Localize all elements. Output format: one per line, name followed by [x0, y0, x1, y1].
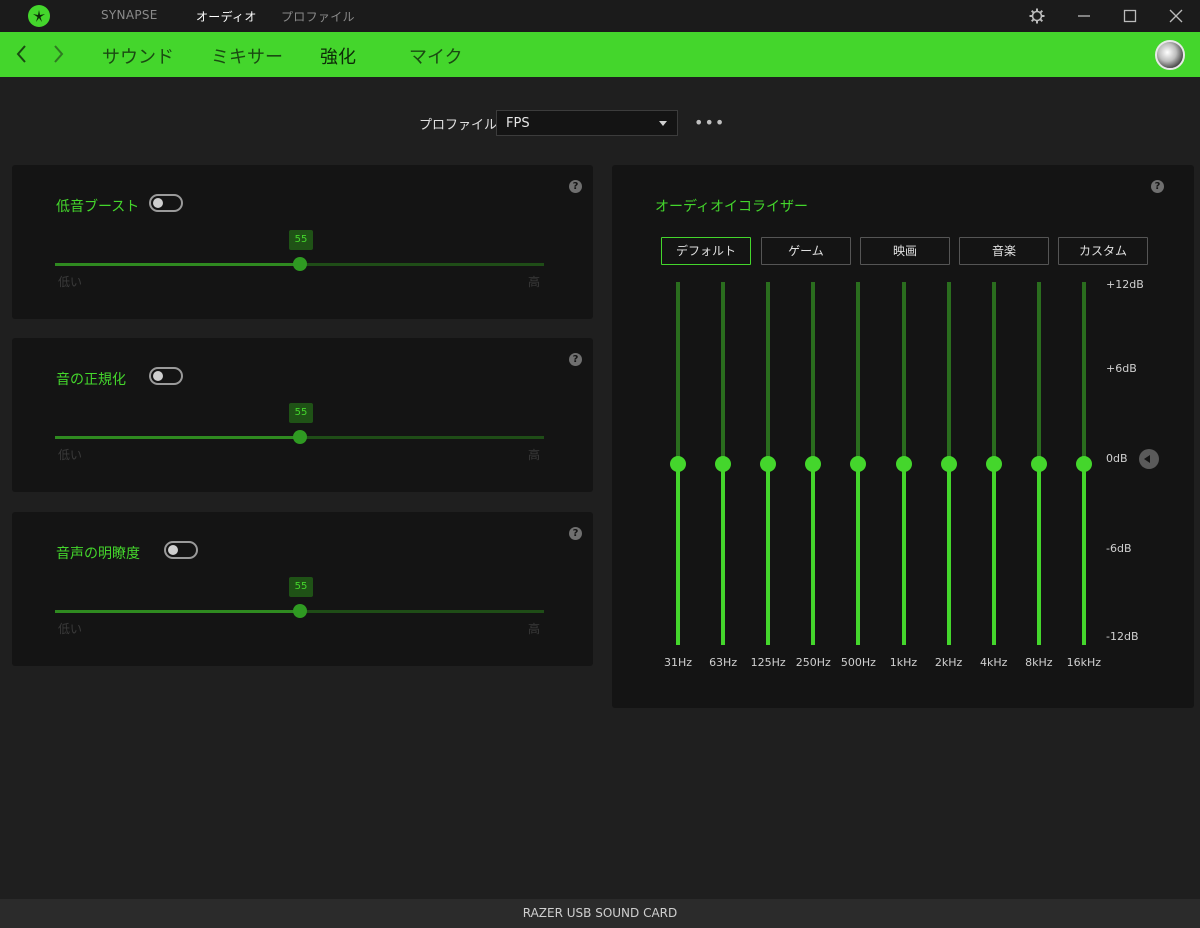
- profile-label: プロファイル: [419, 118, 498, 133]
- eq-preset-default[interactable]: デフォルト: [661, 237, 751, 265]
- eq-band-track-lower[interactable]: [1081, 463, 1086, 645]
- chevron-down-icon: [659, 121, 667, 126]
- bass-boost-toggle[interactable]: [149, 194, 183, 212]
- eq-band-frequency-label: 16kHz: [1066, 656, 1102, 669]
- eq-band-track-lower[interactable]: [991, 463, 996, 645]
- nav-item-mixer[interactable]: ミキサー: [211, 43, 283, 69]
- slider-high-label: 高: [528, 622, 541, 636]
- maximize-icon[interactable]: [1120, 6, 1140, 26]
- sound-normalization-toggle[interactable]: [149, 367, 183, 385]
- slider-high-label: 高: [528, 275, 541, 289]
- eq-band-track-upper[interactable]: [811, 282, 816, 464]
- voice-clarity-title: 音声の明瞭度: [56, 546, 140, 562]
- eq-band-track-lower[interactable]: [1036, 463, 1041, 645]
- bass-boost-slider-thumb[interactable]: [293, 257, 307, 271]
- eq-band-track-lower[interactable]: [811, 463, 816, 645]
- sound-normalization-value: 55: [289, 403, 313, 423]
- eq-band-track-lower[interactable]: [676, 463, 680, 645]
- eq-band-thumb[interactable]: [760, 455, 777, 472]
- eq-preset-movie[interactable]: 映画: [860, 237, 950, 265]
- eq-band-thumb[interactable]: [940, 455, 957, 472]
- eq-band-track-lower[interactable]: [856, 463, 861, 645]
- tab-synapse[interactable]: SYNAPSE: [101, 8, 158, 22]
- profile-dropdown[interactable]: FPS: [496, 110, 678, 136]
- voice-clarity-panel: 音声の明瞭度 ? 55 低い 高: [12, 512, 593, 666]
- eq-band-track-upper[interactable]: [901, 282, 906, 464]
- help-icon[interactable]: ?: [1151, 180, 1164, 193]
- minimize-icon[interactable]: [1074, 6, 1094, 26]
- forward-arrow-icon[interactable]: [48, 42, 68, 66]
- eq-band-thumb[interactable]: [985, 455, 1002, 472]
- eq-band-track-lower[interactable]: [901, 463, 906, 645]
- bass-boost-title: 低音ブースト: [56, 199, 140, 215]
- title-bar: SYNAPSE オーディオ プロファイル: [0, 0, 1200, 32]
- help-icon[interactable]: ?: [569, 353, 582, 366]
- tab-profile[interactable]: プロファイル: [281, 8, 355, 25]
- eq-band-thumb[interactable]: [850, 455, 867, 472]
- slider-low-label: 低い: [58, 448, 83, 462]
- eq-preset-custom[interactable]: カスタム: [1058, 237, 1148, 265]
- sound-normalization-panel: 音の正規化 ? 55 低い 高: [12, 338, 593, 492]
- sound-normalization-title: 音の正規化: [56, 372, 126, 388]
- eq-band-track-upper[interactable]: [676, 282, 680, 464]
- back-arrow-icon[interactable]: [12, 42, 32, 66]
- eq-band-track-lower[interactable]: [766, 463, 771, 645]
- slider-low-label: 低い: [58, 622, 83, 636]
- eq-db-label-plus6: +6dB: [1106, 362, 1137, 375]
- voice-clarity-toggle[interactable]: [164, 541, 198, 559]
- nav-item-sound[interactable]: サウンド: [102, 43, 174, 69]
- equalizer-title: オーディオイコライザー: [655, 199, 809, 215]
- eq-band-track-upper[interactable]: [946, 282, 951, 464]
- eq-db-label-plus12: +12dB: [1106, 278, 1144, 291]
- bass-boost-panel: 低音ブースト ? 55 低い 高: [12, 165, 593, 319]
- eq-band-thumb[interactable]: [670, 455, 686, 472]
- eq-band-track-upper[interactable]: [721, 282, 726, 464]
- eq-band-thumb[interactable]: [1075, 455, 1092, 472]
- section-nav-bar: サウンド ミキサー 強化 マイク: [0, 32, 1200, 77]
- razer-logo-icon[interactable]: [28, 5, 50, 27]
- tab-audio[interactable]: オーディオ: [196, 8, 257, 25]
- eq-band-track-upper[interactable]: [1081, 282, 1086, 464]
- nav-item-enhancement[interactable]: 強化: [320, 43, 356, 69]
- eq-band-track-upper[interactable]: [991, 282, 996, 464]
- help-icon[interactable]: ?: [569, 527, 582, 540]
- help-icon[interactable]: ?: [569, 180, 582, 193]
- eq-band-track-upper[interactable]: [856, 282, 861, 464]
- eq-db-label-0: 0dB: [1106, 452, 1128, 465]
- eq-db-label-minus6: -6dB: [1106, 542, 1132, 555]
- eq-band-track-lower[interactable]: [721, 463, 726, 645]
- gear-icon[interactable]: [1027, 6, 1047, 26]
- slider-low-label: 低い: [58, 275, 83, 289]
- profile-selected-value: FPS: [506, 116, 530, 131]
- sound-normalization-slider-thumb[interactable]: [293, 430, 307, 444]
- eq-band-thumb[interactable]: [715, 455, 732, 472]
- more-options-icon[interactable]: •••: [694, 113, 725, 132]
- eq-db-label-minus12: -12dB: [1106, 630, 1139, 643]
- nav-item-mic[interactable]: マイク: [409, 43, 463, 69]
- close-icon[interactable]: [1166, 6, 1186, 26]
- eq-band-track-upper[interactable]: [1036, 282, 1041, 464]
- device-footer: RAZER USB SOUND CARD: [0, 899, 1200, 928]
- user-avatar[interactable]: [1155, 40, 1185, 70]
- voice-clarity-value: 55: [289, 577, 313, 597]
- eq-band-track-upper[interactable]: [766, 282, 771, 464]
- voice-clarity-slider-thumb[interactable]: [293, 604, 307, 618]
- eq-reset-arrow-icon[interactable]: [1139, 449, 1159, 469]
- eq-band-thumb[interactable]: [1030, 455, 1047, 472]
- bass-boost-value: 55: [289, 230, 313, 250]
- eq-band-thumb[interactable]: [895, 455, 912, 472]
- eq-band-track-lower[interactable]: [946, 463, 951, 645]
- slider-high-label: 高: [528, 448, 541, 462]
- eq-preset-music[interactable]: 音楽: [959, 237, 1049, 265]
- eq-band-thumb[interactable]: [805, 455, 822, 472]
- eq-preset-game[interactable]: ゲーム: [761, 237, 851, 265]
